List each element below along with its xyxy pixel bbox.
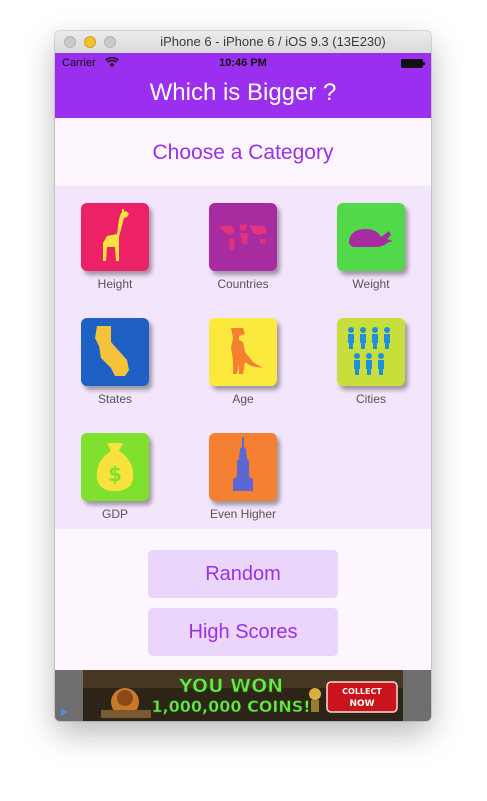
category-even-higher[interactable]: Even Higher (193, 433, 293, 521)
simulator-window: iPhone 6 - iPhone 6 / iOS 9.3 (13E230) C… (55, 31, 431, 721)
battery-icon (401, 59, 425, 68)
category-tile[interactable] (209, 203, 277, 271)
app-title: Which is Bigger ? (149, 79, 337, 106)
giraffe-icon (103, 209, 129, 261)
category-height[interactable]: Height (65, 203, 165, 291)
category-label: Cities (355, 392, 386, 406)
category-tile[interactable] (81, 318, 149, 386)
window-title: iPhone 6 - iPhone 6 / iOS 9.3 (13E230) (160, 34, 386, 49)
high-scores-button[interactable]: High Scores (148, 608, 338, 656)
category-label: Weight (352, 277, 390, 291)
status-bar: Carrier 10:46 PM (55, 53, 431, 73)
category-label: Height (97, 277, 133, 291)
window-titlebar: iPhone 6 - iPhone 6 / iOS 9.3 (13E230) (55, 31, 431, 54)
svg-text:NOW: NOW (349, 699, 374, 709)
category-age[interactable]: Age (193, 318, 293, 406)
close-window-button[interactable] (64, 36, 76, 48)
dinosaur-icon (231, 328, 263, 374)
actions-section: Random High Scores (55, 529, 431, 670)
category-weight[interactable]: Weight (321, 203, 421, 291)
california-icon (95, 326, 129, 376)
category-tile[interactable] (209, 318, 277, 386)
category-tile[interactable] (337, 203, 405, 271)
category-tile[interactable] (81, 203, 149, 271)
category-states[interactable]: States (65, 318, 165, 406)
skyscraper-icon (233, 437, 253, 491)
category-label: States (97, 392, 133, 406)
random-button[interactable]: Random (148, 550, 338, 598)
category-grid: Height Countries Weight States Age Citie… (55, 186, 431, 529)
minimize-window-button[interactable] (84, 36, 96, 48)
people-icon (348, 327, 390, 375)
world-map-icon (219, 224, 267, 251)
category-gdp[interactable]: $ GDP (65, 433, 165, 521)
choose-category-heading: Choose a Category (152, 141, 334, 164)
category-cities[interactable]: Cities (321, 318, 421, 406)
money-bag-icon: $ (96, 443, 134, 491)
svg-text:$: $ (108, 462, 122, 486)
whale-icon (349, 229, 393, 247)
category-label: Age (232, 392, 254, 406)
category-tile[interactable]: $ (81, 433, 149, 501)
category-label: Countries (217, 277, 269, 291)
category-countries[interactable]: Countries (193, 203, 293, 291)
category-label: Even Higher (209, 507, 277, 521)
ad-banner[interactable]: YOU WON 1,000,000 COINS! COLLECT NOW (55, 670, 431, 721)
ad-banner-graphic: YOU WON 1,000,000 COINS! COLLECT NOW (55, 670, 431, 721)
heading-section: Choose a Category (55, 118, 431, 186)
category-label: GDP (101, 507, 128, 521)
svg-text:COLLECT: COLLECT (342, 687, 382, 696)
ad-subheadline: 1,000,000 COINS! (151, 697, 310, 716)
navigation-bar: Which is Bigger ? (55, 73, 431, 118)
ad-headline: YOU WON (178, 675, 283, 697)
category-tile[interactable] (337, 318, 405, 386)
category-tile[interactable] (209, 433, 277, 501)
status-time: 10:46 PM (219, 57, 267, 69)
